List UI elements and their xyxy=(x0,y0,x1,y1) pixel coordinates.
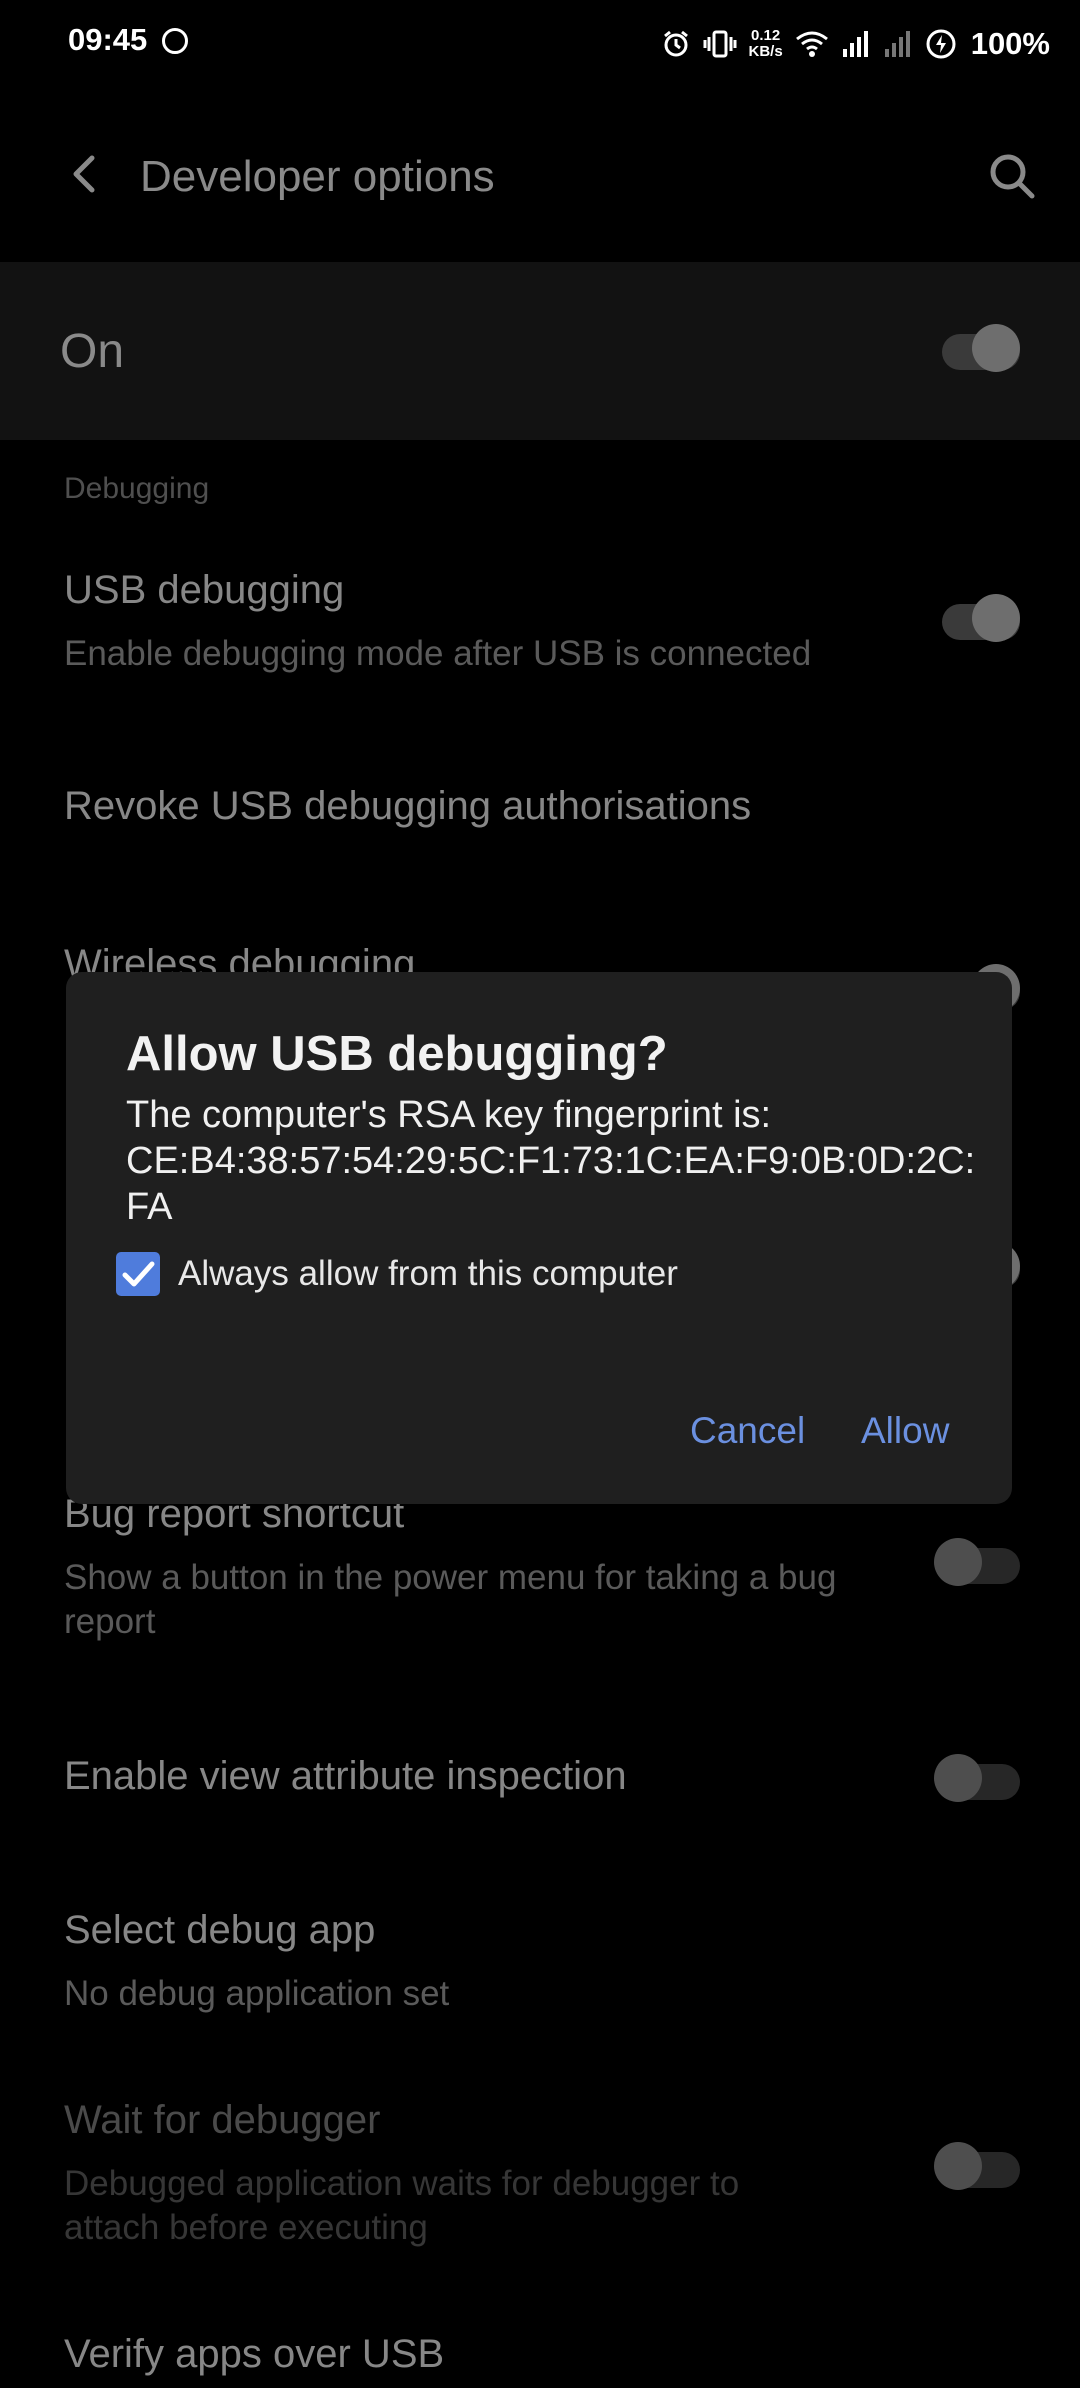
setting-subtitle: Enable debugging mode after USB is conne… xyxy=(64,634,812,673)
checkmark-icon xyxy=(122,1261,155,1287)
setting-title: Wait for debugger xyxy=(64,2098,381,2142)
vibrate-icon xyxy=(703,30,737,58)
always-allow-checkbox[interactable] xyxy=(116,1252,160,1296)
setting-subtitle: Show a button in the power menu for taki… xyxy=(64,1558,837,1641)
page-title: Developer options xyxy=(140,152,495,201)
toggle-knob xyxy=(972,594,1020,642)
master-switch-row[interactable]: On xyxy=(0,262,1080,440)
setting-verify-apps-usb[interactable]: Verify apps over USB xyxy=(0,2332,1080,2388)
back-button[interactable] xyxy=(56,144,116,204)
setting-subtitle: Debugged application waits for debugger … xyxy=(64,2164,740,2247)
setting-bug-report-shortcut[interactable]: Bug report shortcut Show a button in the… xyxy=(0,1492,1080,1652)
setting-revoke-authorisations[interactable]: Revoke USB debugging authorisations xyxy=(0,780,1080,840)
master-switch-label: On xyxy=(60,325,125,378)
bug-report-toggle[interactable] xyxy=(934,1538,1020,1586)
setting-title: Enable view attribute inspection xyxy=(64,1754,627,1798)
status-icons: 0.12 KB/s 100% xyxy=(661,18,1050,70)
app-bar: Developer options xyxy=(0,100,1080,260)
setting-title: USB debugging xyxy=(64,568,345,612)
wait-debugger-toggle xyxy=(934,2142,1020,2190)
usb-debugging-dialog: Allow USB debugging? The computer's RSA … xyxy=(66,972,1012,1504)
alarm-icon xyxy=(663,30,688,57)
setting-title: Revoke USB debugging authorisations xyxy=(64,784,752,828)
setting-usb-debugging[interactable]: USB debugging Enable debugging mode afte… xyxy=(0,560,1080,700)
dialog-message-line: The computer's RSA key fingerprint is: xyxy=(126,1094,772,1136)
setting-wait-for-debugger: Wait for debugger Debugged application w… xyxy=(0,2098,1080,2258)
setting-subtitle: No debug application set xyxy=(64,1974,450,2013)
search-icon xyxy=(990,154,1035,199)
view-attribute-toggle[interactable] xyxy=(934,1754,1020,1802)
dialog-message: The computer's RSA key fingerprint is: C… xyxy=(126,1092,976,1230)
always-allow-label: Always allow from this computer xyxy=(178,1254,678,1293)
face-icon xyxy=(162,28,188,54)
toggle-knob xyxy=(934,1754,982,1802)
master-toggle[interactable] xyxy=(934,324,1020,372)
battery-level: 100% xyxy=(970,26,1050,61)
setting-select-debug-app[interactable]: Select debug app No debug application se… xyxy=(0,1908,1080,2018)
section-header-debugging: Debugging xyxy=(64,472,210,505)
usb-debugging-toggle[interactable] xyxy=(934,594,1020,642)
net-speed-value: 0.12 xyxy=(751,27,781,44)
net-speed-unit: KB/s xyxy=(748,43,783,60)
toggle-knob xyxy=(972,324,1020,372)
setting-title: Select debug app xyxy=(64,1908,376,1952)
dialog-title: Allow USB debugging? xyxy=(126,1027,668,1081)
rsa-fingerprint: CE:B4:38:57:54:29:5C:F1:73:1C:EA:F9:0B:0… xyxy=(126,1140,976,1228)
status-bar: 09:45 0.12 KB/s 100% xyxy=(0,0,1080,90)
always-allow-row[interactable]: Always allow from this computer xyxy=(116,1248,678,1300)
setting-view-attribute-inspection[interactable]: Enable view attribute inspection xyxy=(0,1752,1080,1812)
cancel-button[interactable]: Cancel xyxy=(690,1410,805,1452)
toggle-knob xyxy=(934,2142,982,2190)
back-arrow-icon xyxy=(73,155,95,193)
toggle-knob xyxy=(934,1538,982,1586)
signal-icon-2 xyxy=(884,31,910,57)
battery-saver-icon xyxy=(926,29,956,59)
status-time: 09:45 xyxy=(68,22,148,57)
signal-icon xyxy=(842,31,868,57)
search-button[interactable] xyxy=(980,144,1044,208)
allow-button[interactable]: Allow xyxy=(861,1410,949,1452)
wifi-icon xyxy=(795,31,828,57)
setting-title: Verify apps over USB xyxy=(64,2332,445,2376)
net-speed: 0.12 KB/s xyxy=(749,28,783,60)
